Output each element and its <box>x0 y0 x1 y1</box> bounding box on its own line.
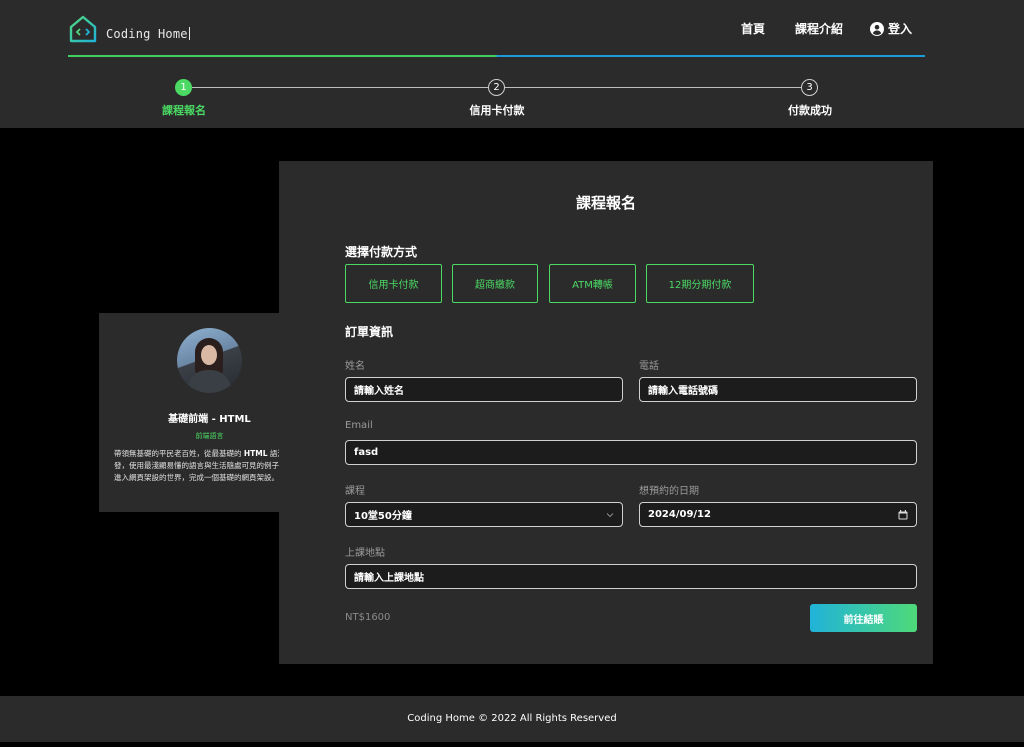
course-description: 帶領無基礎的平民老百姓，從最基礎的 HTML 語法出發，使用最淺顯易懂的語言與生… <box>114 449 302 482</box>
nav-login-link[interactable]: 登入 <box>870 20 912 37</box>
location-input[interactable]: 請輸入上課地點 <box>345 564 917 589</box>
copyright-text: Coding Home © 2022 All Rights Reserved <box>407 713 617 724</box>
step-1-dot: 1 <box>175 79 192 96</box>
checkout-button[interactable]: 前往結賬 <box>810 604 917 632</box>
payment-section-title: 選擇付款方式 <box>345 245 418 259</box>
step-2-label: 信用卡付款 <box>469 104 525 117</box>
name-input[interactable]: 請輸入姓名 <box>345 377 623 402</box>
date-label: 想預約的日期 <box>639 486 699 497</box>
phone-input[interactable]: 請輸入電話號碼 <box>639 377 917 402</box>
phone-label: 電話 <box>639 361 659 372</box>
page-footer: Coding Home © 2022 All Rights Reserved <box>0 696 1024 742</box>
location-label: 上課地點 <box>345 548 385 559</box>
nav-courses-link[interactable]: 課程介紹 <box>795 20 843 37</box>
calendar-icon[interactable] <box>898 509 908 520</box>
user-circle-icon <box>870 21 884 36</box>
step-2-dot: 2 <box>488 79 505 96</box>
course-select[interactable]: 10堂50分鐘 <box>345 502 623 527</box>
name-label: 姓名 <box>345 361 365 372</box>
order-section-title: 訂單資訊 <box>345 325 394 339</box>
pay-installment-button[interactable]: 12期分期付款 <box>646 264 754 303</box>
home-code-logo-icon[interactable] <box>68 14 98 44</box>
email-input[interactable]: fasd <box>345 440 917 465</box>
chevron-down-icon <box>606 512 614 517</box>
step-1-label: 課程報名 <box>162 104 206 117</box>
form-title: 課程報名 <box>575 194 636 212</box>
text-cursor <box>188 27 190 40</box>
step-connector <box>505 87 801 88</box>
date-input[interactable]: 2024/09/12 <box>639 502 917 527</box>
instructor-avatar <box>177 328 242 393</box>
step-3-label: 付款成功 <box>788 104 832 117</box>
email-label: Email <box>345 420 373 431</box>
registration-panel: 課程報名 選擇付款方式 信用卡付款 超商繳款 ATM轉帳 12期分期付款 訂單資… <box>279 161 933 664</box>
total-price: NT$1600 <box>345 612 391 623</box>
step-3-dot: 3 <box>801 79 818 96</box>
pay-atm-transfer-button[interactable]: ATM轉帳 <box>549 264 636 303</box>
logo-text[interactable]: Coding Home <box>106 27 190 41</box>
top-header: Coding Home 首頁 課程介紹 登入 <box>0 0 1024 57</box>
pay-convenience-store-button[interactable]: 超商繳款 <box>452 264 538 303</box>
progress-stepper: 1 課程報名 2 信用卡付款 3 付款成功 <box>0 57 1024 128</box>
course-label: 課程 <box>345 486 365 497</box>
nav-home-link[interactable]: 首頁 <box>741 20 765 37</box>
login-label: 登入 <box>888 22 913 36</box>
step-connector <box>192 87 488 88</box>
pay-credit-card-button[interactable]: 信用卡付款 <box>345 264 442 303</box>
